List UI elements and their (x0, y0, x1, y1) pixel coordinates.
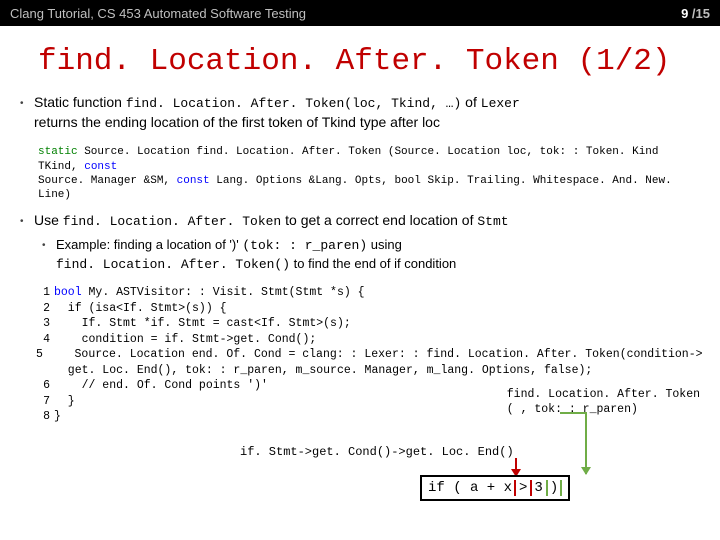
bullet-dot-icon: • (20, 93, 34, 131)
annotation-mid: if. Stmt->get. Cond()->get. Loc. End() (240, 445, 514, 459)
arrow-icon (515, 458, 517, 476)
sub-bullet-item: • Example: finding a location of ')' (to… (42, 236, 702, 273)
slide-title: find. Location. After. Token (1/2) (0, 26, 720, 93)
bullet-text: Static function find. Location. After. T… (34, 93, 702, 131)
function-signature: static Source. Location find. Location. … (20, 137, 702, 210)
page-number: 9 /15 (681, 6, 710, 21)
slide-header: Clang Tutorial, CS 453 Automated Softwar… (0, 0, 720, 26)
arrow-icon (585, 412, 587, 474)
bullet-item: • Use find. Location. After. Token to ge… (20, 211, 702, 231)
bullet-dot-icon: • (20, 211, 34, 231)
sub-bullet-text: Example: finding a location of ')' (tok:… (56, 236, 456, 273)
if-expression-box: if ( a + x > 3 ) (420, 475, 570, 501)
arrow-icon (560, 412, 585, 414)
bullet-dot-icon: • (42, 236, 56, 273)
bullet-item: • Static function find. Location. After.… (20, 93, 702, 131)
paren-highlight: ) (546, 480, 562, 496)
annotation-right: find. Location. After. Token ( , tok: : … (507, 388, 700, 418)
bullet-text: Use find. Location. After. Token to get … (34, 211, 702, 231)
course-label: Clang Tutorial, CS 453 Automated Softwar… (10, 6, 306, 21)
slide-content: • Static function find. Location. After.… (0, 93, 720, 425)
gt-highlight: > (514, 480, 532, 496)
